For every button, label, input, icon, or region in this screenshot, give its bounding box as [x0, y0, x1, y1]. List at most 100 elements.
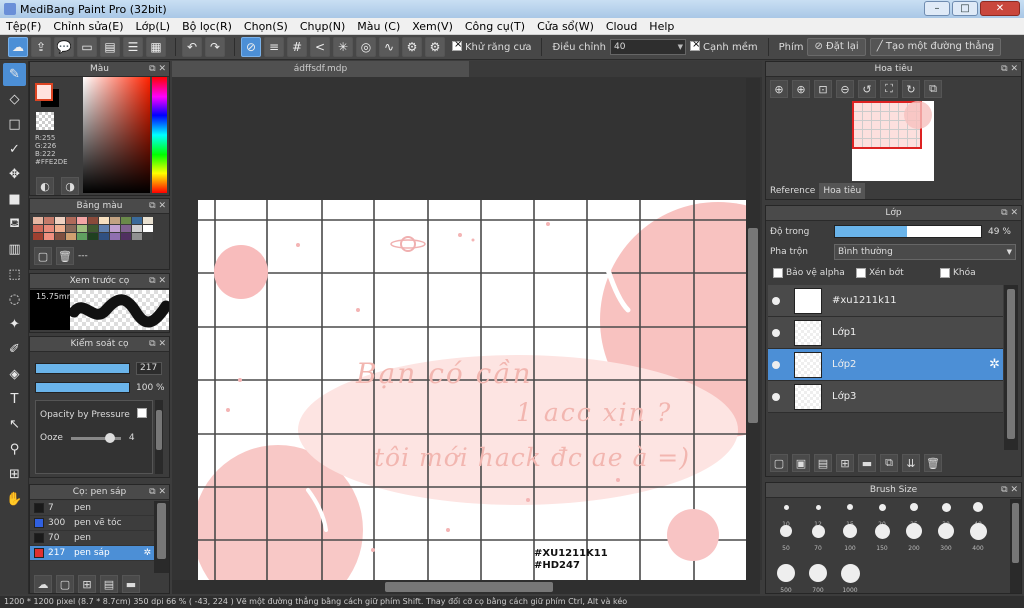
share-icon[interactable]: ⇪: [31, 37, 51, 57]
size-slider[interactable]: [35, 363, 130, 374]
comment-icon[interactable]: ▭: [77, 37, 97, 57]
palette-swatch[interactable]: [66, 225, 76, 232]
brush-size-option[interactable]: 300: [930, 520, 962, 552]
rotate-left-icon[interactable]: ↺: [858, 80, 876, 98]
navigator-thumbnail[interactable]: [852, 101, 934, 181]
protect-alpha-checkbox[interactable]: [773, 268, 783, 278]
layer-item[interactable]: Lớp3: [768, 381, 1003, 413]
size-value-input[interactable]: 217: [136, 362, 162, 375]
layer-item[interactable]: #xu1211k11: [768, 285, 1003, 317]
tab-reference[interactable]: Reference: [766, 183, 820, 199]
palette-swatch[interactable]: [44, 217, 54, 224]
canvas-horizontal-scrollbar[interactable]: [172, 580, 760, 594]
dot-tool-icon[interactable]: ✓: [3, 138, 26, 161]
palette-swatch[interactable]: [66, 233, 76, 240]
brush-properties-icon[interactable]: ▤: [100, 575, 118, 593]
close-button[interactable]: ✕: [980, 1, 1020, 16]
lock-checkbox[interactable]: [940, 268, 950, 278]
speech-bubble-icon[interactable]: 💬: [54, 37, 74, 57]
palette-swatch[interactable]: [143, 217, 153, 224]
brush-size-option[interactable]: 500: [770, 562, 802, 594]
brush-tool-icon[interactable]: ✎: [3, 63, 26, 86]
palette-swatch[interactable]: [88, 217, 98, 224]
list-icon[interactable]: ☰: [123, 37, 143, 57]
palette-swatch[interactable]: [66, 217, 76, 224]
panel-window-icons[interactable]: ⧉ ✕: [149, 337, 166, 352]
scrollbar-thumb[interactable]: [385, 582, 553, 592]
new-layer-1bit-icon[interactable]: ▤: [814, 454, 832, 472]
color-picker-icon[interactable]: ◑: [61, 177, 79, 195]
fit-window-icon[interactable]: ⛶: [880, 80, 898, 98]
minimize-button[interactable]: –: [924, 1, 950, 16]
brush-size-option[interactable]: 400: [962, 520, 994, 552]
palette-swatch[interactable]: [88, 233, 98, 240]
operation-tool-icon[interactable]: ↖: [3, 413, 26, 436]
select-tool-icon[interactable]: ⬚: [3, 263, 26, 286]
straight-line-button[interactable]: ╱ Tạo một đường thẳng: [869, 38, 1002, 56]
rectangle-tool-icon[interactable]: □: [3, 113, 26, 136]
menu-help[interactable]: Help: [643, 20, 680, 33]
palette-swatch[interactable]: [121, 225, 131, 232]
folder-icon[interactable]: ▬: [122, 575, 140, 593]
scrollbar-thumb[interactable]: [157, 503, 166, 559]
clip-checkbox[interactable]: [856, 268, 866, 278]
reset-button[interactable]: ⊘ Đặt lại: [807, 38, 866, 56]
trash-icon[interactable]: 🗑: [56, 247, 74, 265]
blend-mode-select[interactable]: Bình thường ▼: [834, 244, 1016, 260]
move-tool-icon[interactable]: ✥: [3, 163, 26, 186]
zoom-out-icon[interactable]: ⊖: [836, 80, 854, 98]
saturation-value-picker[interactable]: [83, 77, 150, 193]
brush-size-option[interactable]: 50: [770, 520, 802, 552]
brush-size-scrollbar[interactable]: [1010, 499, 1021, 593]
menu-view[interactable]: Xem(V): [406, 20, 459, 33]
palette-swatch[interactable]: [55, 233, 65, 240]
palette-swatch[interactable]: [55, 225, 65, 232]
crisscross-snap-icon[interactable]: #: [287, 37, 307, 57]
divide-tool-icon[interactable]: ⊞: [3, 463, 26, 486]
adjust-select[interactable]: 40: [609, 39, 686, 55]
palette-swatch[interactable]: [99, 225, 109, 232]
eraser-tool-icon[interactable]: ◇: [3, 88, 26, 111]
panel-window-icons[interactable]: ⧉ ✕: [149, 199, 166, 214]
palette-swatch[interactable]: [77, 233, 87, 240]
cloud-icon[interactable]: ☁: [8, 37, 28, 57]
brush-size-option[interactable]: 200: [898, 520, 930, 552]
eye-icon[interactable]: [772, 392, 780, 401]
antialias-checkbox[interactable]: [452, 39, 462, 51]
maximize-button[interactable]: □: [952, 1, 978, 16]
parallel-snap-icon[interactable]: ≡: [264, 37, 284, 57]
magic-wand-tool-icon[interactable]: ✦: [3, 313, 26, 336]
add-layer-menu-icon[interactable]: ⊞: [836, 454, 854, 472]
grid-icon[interactable]: ▦: [146, 37, 166, 57]
new-palette-icon[interactable]: ▢: [34, 247, 52, 265]
palette-swatches[interactable]: [33, 217, 153, 240]
palette-swatch[interactable]: [44, 233, 54, 240]
scrollbar-thumb[interactable]: [1012, 503, 1019, 563]
menu-select[interactable]: Chọn(S): [238, 20, 294, 33]
canvas-artwork[interactable]: Bạn có cần 1 acc xịn ? tôi mới hack đc a…: [198, 200, 746, 580]
panel-window-icons[interactable]: ⧉ ✕: [149, 62, 166, 77]
palette-swatch[interactable]: [132, 217, 142, 224]
new-layer-8bit-icon[interactable]: ▣: [792, 454, 810, 472]
palette-swatch[interactable]: [121, 233, 131, 240]
soften-checkbox[interactable]: [689, 39, 700, 51]
panel-window-icons[interactable]: ⧉ ✕: [149, 485, 166, 500]
document-tab[interactable]: ádffsdf.mdp: [172, 61, 469, 77]
ooze-slider-thumb[interactable]: [104, 432, 115, 443]
hand-tool-icon[interactable]: ✋: [3, 488, 26, 511]
palette-swatch[interactable]: [33, 217, 43, 224]
panel-window-icons[interactable]: ⧉ ✕: [1001, 62, 1018, 77]
menu-tools[interactable]: Công cụ(T): [459, 20, 531, 33]
snap-off-icon[interactable]: ⊘: [241, 37, 261, 57]
menu-edit[interactable]: Chỉnh sửa(E): [47, 20, 129, 33]
brush-item-selected[interactable]: 217 pen sáp ✲: [30, 546, 154, 561]
gear-icon[interactable]: ⚙: [425, 37, 445, 57]
brush-item[interactable]: 7 pen: [30, 501, 154, 516]
add-brush-icon[interactable]: ⊞: [78, 575, 96, 593]
palette-swatch[interactable]: [110, 225, 120, 232]
gradient-tool-icon[interactable]: ▥: [3, 238, 26, 261]
palette-swatch[interactable]: [121, 217, 131, 224]
opacity-pressure-checkbox[interactable]: [136, 408, 147, 418]
color-wheel-icon[interactable]: ◐: [36, 177, 54, 195]
brush-size-option[interactable]: 70: [802, 520, 834, 552]
